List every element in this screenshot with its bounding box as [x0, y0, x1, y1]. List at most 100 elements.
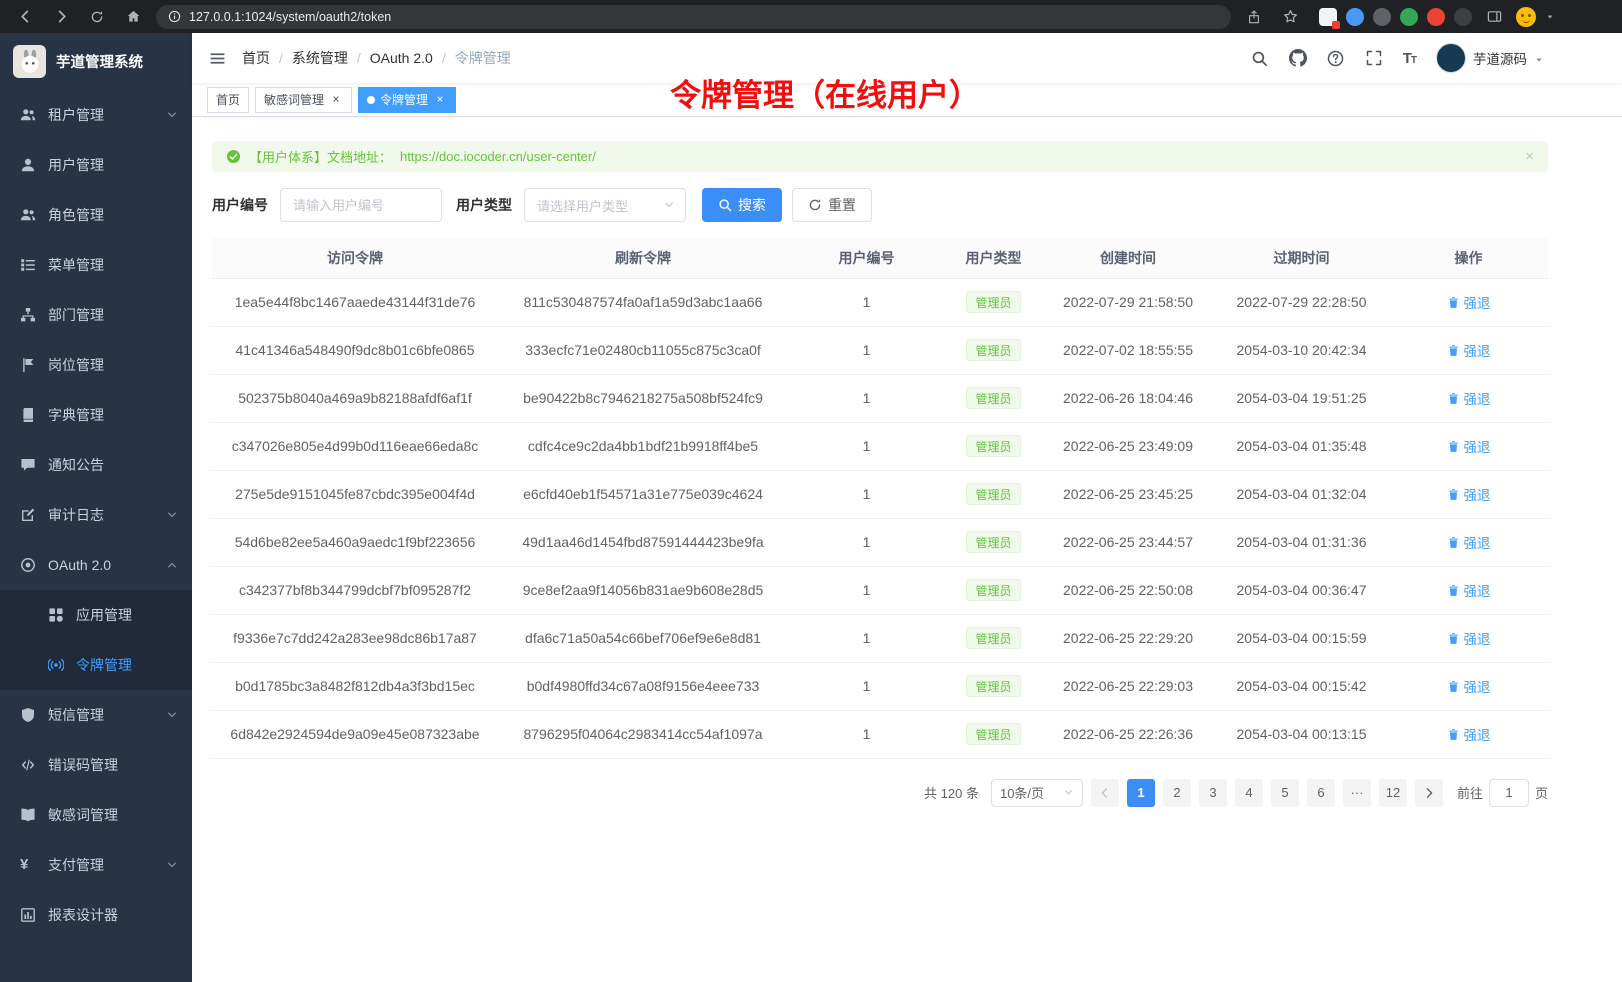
user-menu[interactable]: 芋道源码	[1436, 43, 1544, 73]
reset-button[interactable]: 重置	[792, 188, 872, 222]
sidebar-item-dict[interactable]: 字典管理	[0, 390, 192, 440]
site-info-icon[interactable]	[168, 10, 181, 23]
sidebar-item-oauth2-client[interactable]: 应用管理	[0, 590, 192, 640]
sidebar-item-oauth2[interactable]: OAuth 2.0	[0, 540, 192, 590]
extension-icon-2[interactable]	[1346, 8, 1364, 26]
browser-reload-button[interactable]	[84, 4, 110, 30]
browser-back-button[interactable]	[12, 4, 38, 30]
extension-icon-4[interactable]	[1400, 8, 1418, 26]
share-icon[interactable]	[1241, 4, 1267, 30]
extension-icon-5[interactable]	[1427, 8, 1445, 26]
user-id-input[interactable]	[280, 188, 442, 222]
alert-close-icon[interactable]: ×	[1525, 149, 1534, 164]
sidebar-item-sms[interactable]: 短信管理	[0, 690, 192, 740]
browser-home-button[interactable]	[120, 4, 146, 30]
search-button[interactable]: 搜索	[702, 188, 782, 222]
force-logout-button[interactable]: 强退	[1447, 484, 1491, 504]
force-logout-button[interactable]: 强退	[1447, 724, 1491, 744]
tab-token[interactable]: 令牌管理 ×	[358, 87, 456, 113]
force-logout-button[interactable]: 强退	[1447, 532, 1491, 552]
chevron-down-icon	[1063, 787, 1074, 798]
sidebar-item-post[interactable]: 岗位管理	[0, 340, 192, 390]
force-logout-button[interactable]: 强退	[1447, 340, 1491, 360]
search-icon[interactable]	[1251, 49, 1269, 67]
page-size-select[interactable]: 10条/页	[991, 779, 1083, 807]
sidebar-item-notice[interactable]: 通知公告	[0, 440, 192, 490]
extension-icon-6[interactable]	[1454, 8, 1472, 26]
page-button-5[interactable]: 5	[1271, 779, 1299, 807]
action-cell: 强退	[1389, 662, 1548, 710]
force-logout-button[interactable]: 强退	[1447, 580, 1491, 600]
total-count: 共 120 条	[924, 783, 979, 802]
sidebar-item-role[interactable]: 角色管理	[0, 190, 192, 240]
breadcrumb-home[interactable]: 首页	[242, 48, 283, 68]
sidebar-item-audit-log[interactable]: 审计日志	[0, 490, 192, 540]
flag-icon	[20, 357, 36, 373]
extension-icon-3[interactable]	[1373, 8, 1391, 26]
force-logout-button[interactable]: 强退	[1447, 388, 1491, 408]
expire-time-cell: 2054-03-04 19:51:25	[1214, 374, 1389, 422]
sidebar-item-oauth2-token[interactable]: 令牌管理	[0, 640, 192, 690]
refresh-token-cell: 811c530487574fa0af1a59d3abc1aa66	[498, 278, 788, 326]
page-button-4[interactable]: 4	[1235, 779, 1263, 807]
force-logout-button[interactable]: 强退	[1447, 436, 1491, 456]
side-panel-icon[interactable]	[1481, 4, 1507, 30]
page-more-button[interactable]: ···	[1343, 779, 1371, 807]
sidebar-item-tenant[interactable]: 租户管理	[0, 90, 192, 140]
hamburger-icon[interactable]	[192, 33, 242, 83]
help-icon[interactable]	[1327, 49, 1345, 67]
trash-icon	[1447, 344, 1460, 357]
font-size-icon[interactable]: TT	[1403, 50, 1416, 67]
yen-icon: ¥	[20, 857, 36, 873]
sidebar: 芋道管理系统 租户管理 用户管理 角色管理 菜单管理 部门管理 岗位管理	[0, 33, 192, 982]
token-table: 访问令牌 刷新令牌 用户编号 用户类型 创建时间 过期时间 操作 1ea5e44…	[212, 238, 1548, 759]
url-bar[interactable]: 127.0.0.1:1024/system/oauth2/token	[156, 5, 1231, 29]
page-button-12[interactable]: 12	[1379, 779, 1407, 807]
doc-link[interactable]: https://doc.iocoder.cn/user-center/	[400, 149, 596, 164]
sidebar-item-sensitive-word[interactable]: 敏感词管理	[0, 790, 192, 840]
close-icon[interactable]: ×	[433, 93, 447, 107]
app-logo[interactable]: 芋道管理系统	[0, 33, 192, 90]
sidebar-item-user[interactable]: 用户管理	[0, 140, 192, 190]
breadcrumb-system[interactable]: 系统管理	[292, 48, 361, 68]
page-button-6[interactable]: 6	[1307, 779, 1335, 807]
page-button-2[interactable]: 2	[1163, 779, 1191, 807]
force-logout-button[interactable]: 强退	[1447, 628, 1491, 648]
breadcrumb-oauth2[interactable]: OAuth 2.0	[370, 50, 446, 66]
tab-home[interactable]: 首页	[207, 87, 249, 113]
user-type-cell: 管理员	[945, 518, 1042, 566]
user-type-select[interactable]: 请选择用户类型	[524, 188, 686, 222]
prev-page-button[interactable]	[1091, 779, 1119, 807]
goto-page-input[interactable]	[1489, 779, 1529, 807]
sidebar-item-report-designer[interactable]: 报表设计器	[0, 890, 192, 940]
page-button-1[interactable]: 1	[1127, 779, 1155, 807]
browser-profile-avatar[interactable]	[1516, 7, 1536, 27]
col-user-type: 用户类型	[945, 238, 1042, 278]
sidebar-item-dept[interactable]: 部门管理	[0, 290, 192, 340]
browser-forward-button[interactable]	[48, 4, 74, 30]
created-time-cell: 2022-06-25 22:29:03	[1042, 662, 1214, 710]
tab-sensitive-word[interactable]: 敏感词管理 ×	[255, 87, 352, 113]
force-logout-button[interactable]: 强退	[1447, 676, 1491, 696]
sidebar-item-pay[interactable]: ¥ 支付管理	[0, 840, 192, 890]
expire-time-cell: 2054-03-04 01:31:36	[1214, 518, 1389, 566]
force-logout-button[interactable]: 强退	[1447, 292, 1491, 312]
fullscreen-icon[interactable]	[1365, 49, 1383, 67]
sidebar-item-menu[interactable]: 菜单管理	[0, 240, 192, 290]
access-token-cell: 54d6be82ee5a460a9aedc1f9bf223656	[212, 518, 498, 566]
user-type-cell: 管理员	[945, 470, 1042, 518]
trash-icon	[1447, 296, 1460, 309]
apps-grid-icon	[48, 607, 64, 623]
github-icon[interactable]	[1289, 49, 1307, 67]
navbar-actions: TT 芋道源码	[1251, 43, 1544, 73]
close-icon[interactable]: ×	[329, 93, 343, 107]
page-button-3[interactable]: 3	[1199, 779, 1227, 807]
extension-icon-1[interactable]	[1319, 8, 1337, 26]
profile-caret-icon[interactable]	[1545, 12, 1555, 22]
col-actions: 操作	[1389, 238, 1548, 278]
bookmark-star-icon[interactable]	[1277, 4, 1303, 30]
access-token-cell: 275e5de9151045fe87cbdc395e004f4d	[212, 470, 498, 518]
next-page-button[interactable]	[1415, 779, 1443, 807]
sidebar-item-error-code[interactable]: 错误码管理	[0, 740, 192, 790]
user-type-cell: 管理员	[945, 710, 1042, 758]
